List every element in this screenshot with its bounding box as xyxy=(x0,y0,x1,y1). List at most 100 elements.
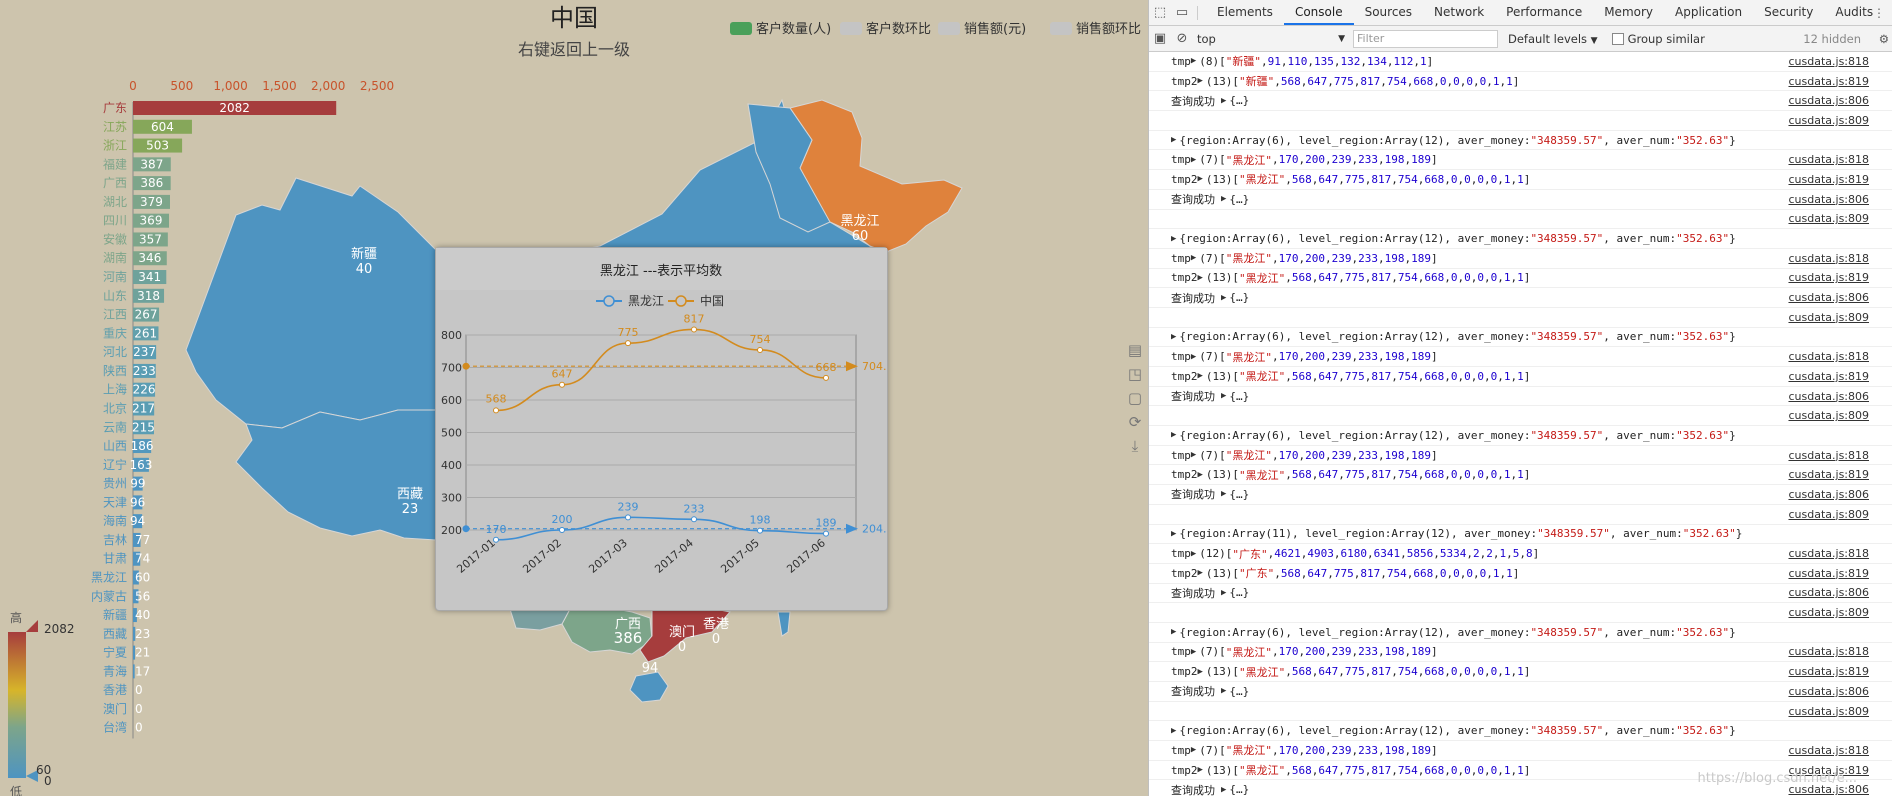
console-row[interactable]: ▶ {region: Array(6), level_region: Array(… xyxy=(1149,623,1892,643)
tab-memory[interactable]: Memory xyxy=(1593,0,1664,25)
console-source-link[interactable]: cusdata.js:806 xyxy=(1788,193,1869,206)
console-source-link[interactable]: cusdata.js:809 xyxy=(1788,606,1869,619)
popup-data-point[interactable] xyxy=(625,340,631,347)
console-source-link[interactable]: cusdata.js:818 xyxy=(1788,153,1869,166)
tab-application[interactable]: Application xyxy=(1664,0,1753,25)
console-row[interactable]: 查询成功 ▶ {…} cusdata.js:806 xyxy=(1149,91,1892,112)
legend-item-2[interactable]: 销售额(元) xyxy=(964,21,1026,37)
console-source-link[interactable]: cusdata.js:806 xyxy=(1788,685,1869,698)
console-row[interactable]: tmp ▶ (7) ["黑龙江", 170, 200, 239, 233, 198… xyxy=(1149,150,1892,171)
visual-map[interactable]: 高 2082 60 0 低 xyxy=(8,610,75,796)
legend-item-0[interactable]: 客户数量(人) xyxy=(756,21,831,37)
console-source-link[interactable]: cusdata.js:809 xyxy=(1788,311,1869,324)
console-sidebar-icon[interactable]: ▣ xyxy=(1149,31,1171,46)
console-row[interactable]: 查询成功 ▶ {…} cusdata.js:806 xyxy=(1149,190,1892,210)
console-row[interactable]: tmp2 ▶ (13) ["黑龙江", 568, 647, 775, 817, 7… xyxy=(1149,170,1892,190)
popup-data-point[interactable] xyxy=(823,530,829,537)
console-row[interactable]: tmp2 ▶ (13) ["黑龙江", 568, 647, 775, 817, 7… xyxy=(1149,662,1892,682)
console-source-link[interactable]: cusdata.js:806 xyxy=(1788,291,1869,304)
console-source-link[interactable]: cusdata.js:819 xyxy=(1788,370,1869,383)
map-region-south-strip[interactable] xyxy=(509,608,571,631)
console-row[interactable]: cusdata.js:809 xyxy=(1149,702,1892,722)
popup-data-point[interactable] xyxy=(493,536,499,543)
console-row[interactable]: tmp ▶ (12) ["广东", 4621, 4903, 6180, 6341,… xyxy=(1149,544,1892,564)
console-source-link[interactable]: cusdata.js:809 xyxy=(1788,705,1869,718)
console-row[interactable]: tmp2 ▶ (13) ["黑龙江", 568, 647, 775, 817, 7… xyxy=(1149,367,1892,387)
console-source-link[interactable]: cusdata.js:819 xyxy=(1788,75,1869,88)
map-region-hainan[interactable] xyxy=(629,671,669,703)
console-row[interactable]: 查询成功 ▶ {…} cusdata.js:806 xyxy=(1149,387,1892,407)
console-row[interactable]: cusdata.js:809 xyxy=(1149,603,1892,623)
console-source-link[interactable]: cusdata.js:819 xyxy=(1788,468,1869,481)
console-row[interactable]: cusdata.js:809 xyxy=(1149,308,1892,328)
console-row[interactable]: 查询成功 ▶ {…} cusdata.js:806 xyxy=(1149,682,1892,702)
console-row[interactable]: ▶ {region: Array(6), level_region: Array(… xyxy=(1149,328,1892,348)
console-source-link[interactable]: cusdata.js:806 xyxy=(1788,488,1869,501)
log-levels-dropdown[interactable]: Default levels ▼ xyxy=(1508,32,1598,46)
console-source-link[interactable]: cusdata.js:818 xyxy=(1788,744,1869,757)
console-settings-icon[interactable]: ⚙ xyxy=(1879,32,1889,46)
popup-legend-marker[interactable] xyxy=(675,295,687,307)
console-row[interactable]: ▶ {region: Array(11), level_region: Array… xyxy=(1149,525,1892,545)
popup-data-point[interactable] xyxy=(757,527,763,534)
console-row[interactable]: cusdata.js:809 xyxy=(1149,505,1892,525)
console-source-link[interactable]: cusdata.js:818 xyxy=(1788,350,1869,363)
console-row[interactable]: cusdata.js:809 xyxy=(1149,111,1892,131)
console-row[interactable]: ▶ {region: Array(6), level_region: Array(… xyxy=(1149,426,1892,446)
visual-map-gradient-bar[interactable] xyxy=(8,632,26,778)
console-row[interactable]: tmp ▶ (7) ["黑龙江", 170, 200, 239, 233, 198… xyxy=(1149,643,1892,663)
popup-legend-marker[interactable] xyxy=(603,295,615,307)
console-row[interactable]: tmp ▶ (8) ["新疆", 91, 110, 135, 132, 134, … xyxy=(1149,52,1892,72)
console-row[interactable]: cusdata.js:809 xyxy=(1149,210,1892,230)
tab-console[interactable]: Console xyxy=(1283,0,1354,25)
console-row[interactable]: tmp ▶ (7) ["黑龙江", 170, 200, 239, 233, 198… xyxy=(1149,446,1892,466)
console-source-link[interactable]: cusdata.js:806 xyxy=(1788,390,1869,403)
console-source-link[interactable]: cusdata.js:818 xyxy=(1788,449,1869,462)
map-region-xinjiang[interactable] xyxy=(185,177,437,429)
magic-type-icon[interactable]: ◳ xyxy=(1124,362,1146,386)
console-row[interactable]: tmp ▶ (7) ["黑龙江", 170, 200, 239, 233, 198… xyxy=(1149,249,1892,269)
popup-data-point[interactable] xyxy=(823,374,829,381)
group-similar-checkbox[interactable] xyxy=(1611,32,1624,45)
context-selector[interactable]: top ▼ xyxy=(1193,32,1345,46)
console-row[interactable]: tmp2 ▶ (13) ["新疆", 568, 647, 775, 817, 75… xyxy=(1149,72,1892,92)
popup-data-point[interactable] xyxy=(757,346,763,353)
legend-swatch-2[interactable] xyxy=(938,22,960,35)
devtools-more-icon[interactable]: ⋮ xyxy=(1873,6,1885,20)
console-row[interactable]: 查询成功 ▶ {…} cusdata.js:806 xyxy=(1149,584,1892,604)
legend-swatch-3[interactable] xyxy=(1050,22,1072,35)
console-filter-input[interactable]: Filter xyxy=(1353,29,1498,48)
popup-data-point[interactable] xyxy=(559,527,565,533)
console-source-link[interactable]: cusdata.js:818 xyxy=(1788,252,1869,265)
device-toolbar-icon[interactable]: ▭ xyxy=(1171,5,1193,20)
console-row[interactable]: tmp ▶ (7) ["黑龙江", 170, 200, 239, 233, 198… xyxy=(1149,741,1892,761)
legend[interactable]: 客户数量(人) 客户数环比 销售额(元) 销售额环比 xyxy=(730,21,1141,37)
console-source-link[interactable]: cusdata.js:809 xyxy=(1788,508,1869,521)
console-source-link[interactable]: cusdata.js:818 xyxy=(1788,547,1869,560)
legend-item-1[interactable]: 客户数环比 xyxy=(866,21,931,37)
visual-map-top-handle[interactable] xyxy=(26,620,38,632)
popup-legend-label[interactable]: 黑龙江 xyxy=(628,294,664,308)
console-source-link[interactable]: cusdata.js:809 xyxy=(1788,409,1869,422)
legend-swatch-1[interactable] xyxy=(840,22,862,35)
map-region-xizang[interactable] xyxy=(235,409,437,541)
console-row[interactable]: 查询成功 ▶ {…} cusdata.js:806 xyxy=(1149,288,1892,308)
legend-swatch-0[interactable] xyxy=(730,22,752,35)
tab-security[interactable]: Security xyxy=(1753,0,1824,25)
tab-elements[interactable]: Elements xyxy=(1206,0,1284,25)
tab-sources[interactable]: Sources xyxy=(1354,0,1423,25)
console-source-link[interactable]: cusdata.js:806 xyxy=(1788,94,1869,107)
console-source-link[interactable]: cusdata.js:819 xyxy=(1788,271,1869,284)
console-row[interactable]: tmp2 ▶ (13) ["黑龙江", 568, 647, 775, 817, 7… xyxy=(1149,269,1892,289)
page-subtitle[interactable]: 右键返回上一级 xyxy=(518,40,630,59)
console-source-link[interactable]: cusdata.js:819 xyxy=(1788,567,1869,580)
console-source-link[interactable]: cusdata.js:809 xyxy=(1788,114,1869,127)
tab-network[interactable]: Network xyxy=(1423,0,1495,25)
console-source-link[interactable]: cusdata.js:818 xyxy=(1788,55,1869,68)
save-image-icon[interactable]: ⤓ xyxy=(1124,434,1146,458)
console-source-link[interactable]: cusdata.js:809 xyxy=(1788,212,1869,225)
inspect-element-icon[interactable]: ⬚ xyxy=(1149,5,1171,20)
data-view-icon[interactable]: ▤ xyxy=(1124,338,1146,362)
popup-data-point[interactable] xyxy=(625,514,631,521)
popup-data-point[interactable] xyxy=(559,381,565,388)
